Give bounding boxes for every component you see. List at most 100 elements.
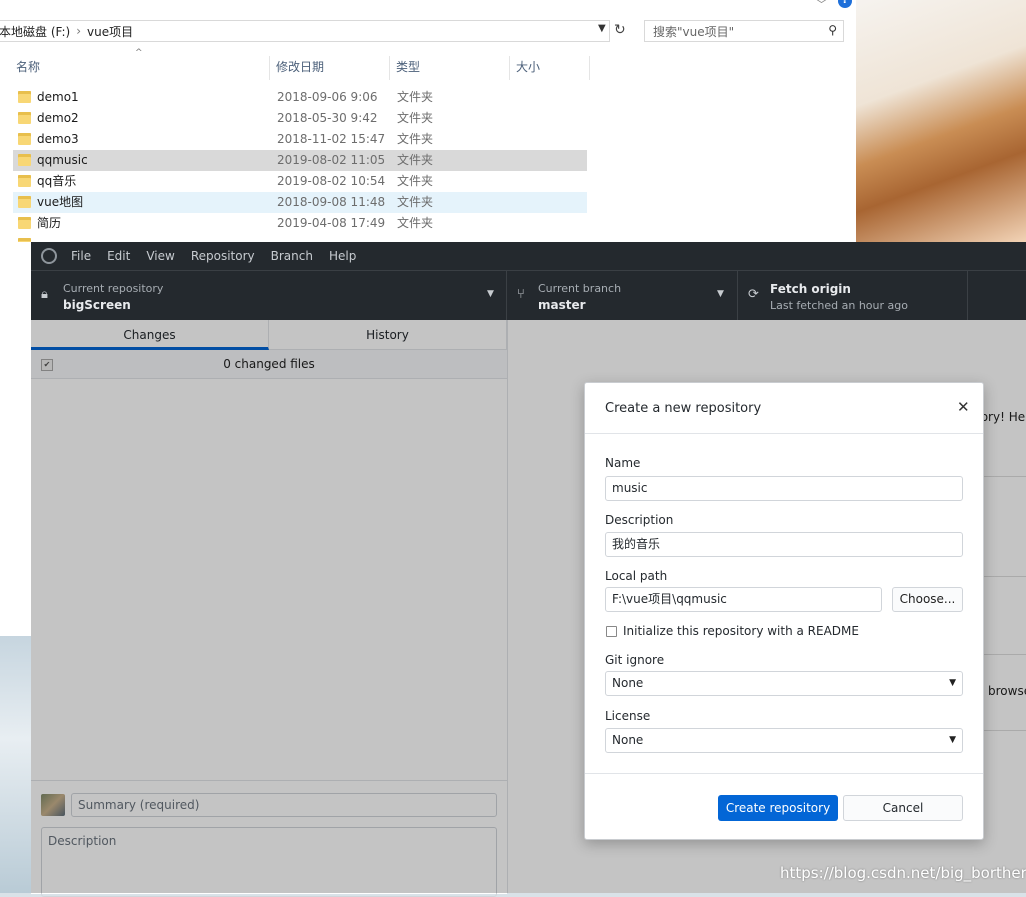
current-repository-name: bigScreen [63, 298, 131, 312]
file-date: 2018-05-30 9:42 [277, 111, 378, 125]
column-header-type[interactable]: 类型 [390, 56, 510, 80]
file-row-hover[interactable]: vue地图 2018-09-08 11:48 文件夹 [13, 192, 587, 213]
desktop-wallpaper-photo [856, 0, 1026, 242]
file-name: demo1 [37, 90, 79, 104]
gitignore-select[interactable]: None ▼ [605, 671, 963, 696]
folder-icon [18, 217, 31, 229]
toolbar: 🔒︎ Current repository bigScreen ▼ ⑂ Curr… [31, 270, 1026, 321]
file-type: 文件夹 [397, 111, 434, 125]
file-type: 文件夹 [397, 90, 434, 104]
file-type: 文件夹 [397, 132, 434, 146]
description-label: Description [605, 513, 674, 527]
explorer-ribbon-edge [0, 0, 856, 16]
current-branch-name: master [538, 298, 586, 312]
file-name: demo3 [37, 132, 79, 146]
license-select[interactable]: None ▼ [605, 728, 963, 753]
github-logo-icon [41, 248, 57, 264]
file-type: 文件夹 [397, 216, 434, 230]
chevron-down-icon: ▼ [487, 289, 494, 299]
fetch-origin-title: Fetch origin [770, 282, 851, 296]
chevron-down-icon: ▼ [949, 735, 956, 745]
license-value: None [612, 733, 644, 747]
name-field[interactable]: music [605, 476, 963, 501]
watermark-url: https://blog.csdn.net/big_borther6 [780, 864, 1026, 882]
lock-icon: 🔒︎ [41, 287, 48, 302]
file-row[interactable]: demo3 2018-11-02 15:47 文件夹 [13, 129, 587, 150]
current-repository-button[interactable]: 🔒︎ Current repository bigScreen ▼ [31, 271, 507, 321]
ribbon-collapse-icon[interactable]: ﹀ [816, 0, 827, 12]
breadcrumb-separator-icon: › [76, 24, 82, 38]
chevron-down-icon: ▼ [717, 289, 724, 299]
fetch-origin-button[interactable]: ⟳ Fetch origin Last fetched an hour ago [738, 271, 968, 321]
folder-icon [18, 154, 31, 166]
file-date: 2018-09-06 9:06 [277, 90, 378, 104]
create-repository-button[interactable]: Create repository [718, 795, 838, 821]
choose-path-button[interactable]: Choose... [892, 587, 963, 612]
menu-help[interactable]: Help [329, 249, 356, 263]
search-icon[interactable]: ⚲ [828, 23, 837, 37]
breadcrumb-drive[interactable]: 本地磁盘 (F:) [0, 23, 70, 40]
file-name: 简历 [37, 216, 62, 230]
folder-icon [18, 91, 31, 103]
name-label: Name [605, 456, 641, 470]
file-type: 文件夹 [397, 174, 434, 188]
dialog-title: Create a new repository [605, 401, 762, 416]
file-date: 2018-09-08 11:48 [277, 195, 386, 209]
current-branch-button[interactable]: ⑂ Current branch master ▼ [507, 271, 738, 321]
address-bar[interactable]: 本地磁盘 (F:) › vue项目 [0, 20, 610, 42]
file-date: 2019-04-08 17:49 [277, 216, 386, 230]
breadcrumb-folder[interactable]: vue项目 [87, 23, 133, 40]
readme-checkbox-label[interactable]: Initialize this repository with a README [623, 624, 859, 638]
current-branch-label: Current branch [538, 282, 622, 295]
folder-icon [18, 112, 31, 124]
menu-repository[interactable]: Repository [191, 249, 255, 263]
chevron-down-icon: ▼ [949, 678, 956, 688]
file-date: 2018-11-02 15:47 [277, 132, 386, 146]
sync-icon: ⟳ [748, 287, 759, 302]
file-row[interactable]: demo2 2018-05-30 9:42 文件夹 [13, 108, 587, 129]
file-date: 2019-08-02 10:54 [277, 174, 386, 188]
file-name: qqmusic [37, 153, 88, 167]
menu-bar: File Edit View Repository Branch Help [31, 242, 1026, 270]
file-date: 2019-08-02 11:05 [277, 153, 386, 167]
cancel-button[interactable]: Cancel [843, 795, 963, 821]
local-path-label: Local path [605, 569, 668, 583]
file-type: 文件夹 [397, 153, 434, 167]
menu-file[interactable]: File [71, 249, 91, 263]
gitignore-value: None [612, 676, 644, 690]
file-name: qq音乐 [37, 174, 77, 188]
folder-icon [18, 175, 31, 187]
file-row[interactable]: qq音乐 2019-08-02 10:54 文件夹 [13, 171, 587, 192]
local-path-field[interactable]: F:\vue项目\qqmusic [605, 587, 882, 612]
create-repository-dialog: Create a new repository ✕ Name music Des… [584, 382, 984, 840]
license-label: License [605, 709, 651, 723]
file-type: 文件夹 [397, 195, 434, 209]
dialog-footer: Create repository Cancel [585, 773, 983, 840]
search-input[interactable]: 搜索"vue项目" ⚲ [644, 20, 844, 42]
readme-checkbox[interactable] [606, 626, 617, 637]
menu-branch[interactable]: Branch [271, 249, 313, 263]
column-header-date[interactable]: 修改日期 [270, 56, 390, 80]
search-placeholder: 搜索"vue项目" [653, 24, 735, 39]
file-row-selected[interactable]: qqmusic 2019-08-02 11:05 文件夹 [13, 150, 587, 171]
gitignore-label: Git ignore [605, 653, 665, 667]
folder-icon [18, 238, 31, 242]
close-icon[interactable]: ✕ [957, 398, 970, 416]
file-row-partial[interactable] [13, 234, 587, 242]
file-row[interactable]: demo1 2018-09-06 9:06 文件夹 [13, 87, 587, 108]
description-field[interactable]: 我的音乐 [605, 532, 963, 557]
column-header-name[interactable]: 名称 [10, 56, 270, 80]
last-fetched-label: Last fetched an hour ago [770, 299, 908, 312]
address-history-dropdown-icon[interactable]: ▼ [598, 23, 606, 34]
dialog-header: Create a new repository ✕ [585, 383, 983, 434]
folder-icon [18, 133, 31, 145]
refresh-icon[interactable]: ↻ [614, 22, 626, 38]
file-name: vue地图 [37, 195, 84, 209]
branch-icon: ⑂ [517, 287, 525, 302]
file-row[interactable]: 简历 2019-04-08 17:49 文件夹 [13, 213, 587, 234]
folder-icon [18, 196, 31, 208]
menu-edit[interactable]: Edit [107, 249, 130, 263]
current-repository-label: Current repository [63, 282, 164, 295]
menu-view[interactable]: View [146, 249, 174, 263]
column-header-size[interactable]: 大小 [510, 56, 590, 80]
